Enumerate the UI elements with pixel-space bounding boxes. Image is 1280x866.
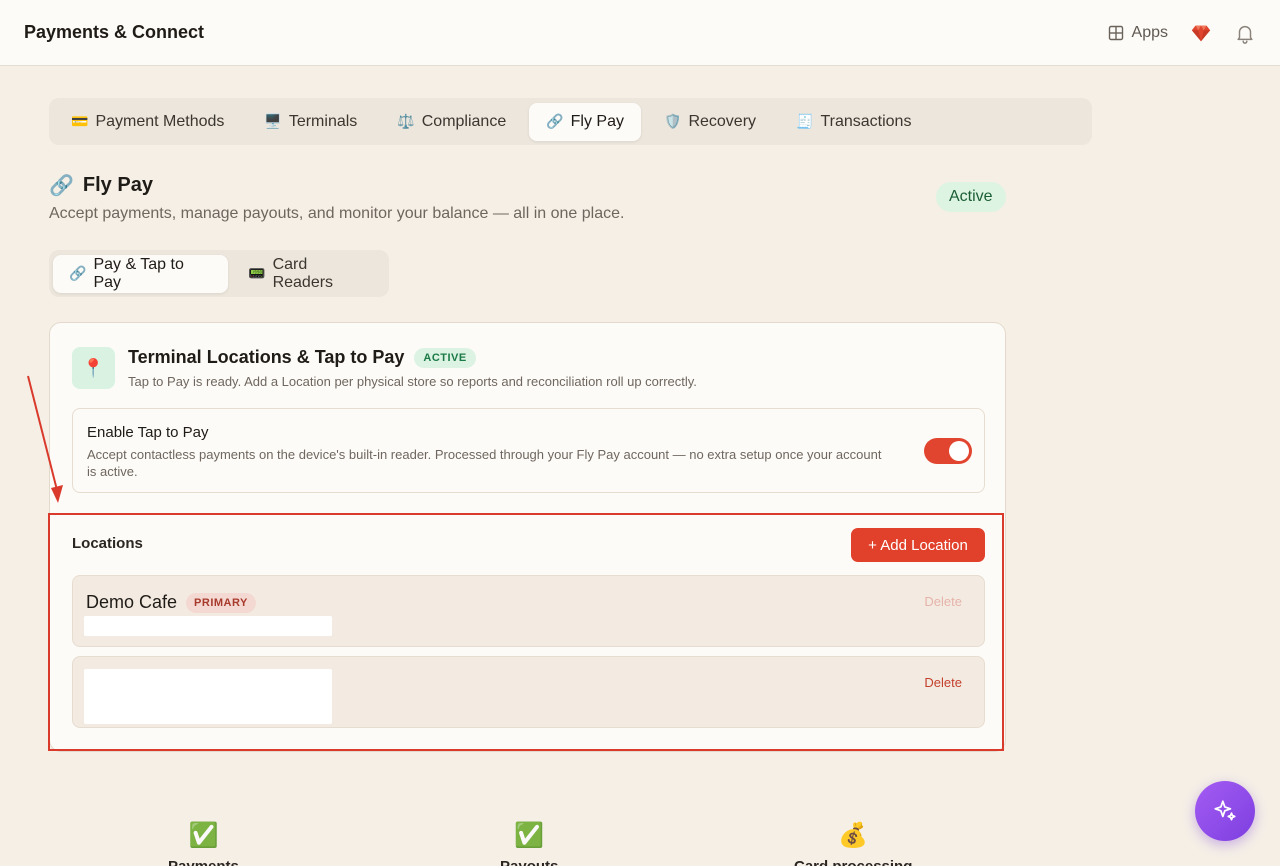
card-reader-icon: 📟 bbox=[248, 265, 266, 281]
tab-label: Transactions bbox=[820, 112, 912, 130]
link-icon: 🔗 bbox=[546, 113, 564, 129]
stat-label: Card processing bbox=[794, 858, 912, 866]
tab-card-readers[interactable]: 📟 Card Readers bbox=[232, 255, 385, 293]
tab-label: Terminals bbox=[288, 112, 358, 130]
monitor-icon: 🖥️ bbox=[264, 113, 282, 129]
delete-location-button[interactable]: Delete bbox=[924, 675, 962, 690]
terminal-locations-card: 📍 Terminal Locations & Tap to Pay ACTIVE… bbox=[49, 322, 1006, 752]
toggle-knob bbox=[949, 441, 969, 461]
apps-button[interactable]: Apps bbox=[1108, 24, 1168, 42]
location-row: Demo Cafe PRIMARY Delete bbox=[72, 575, 985, 647]
primary-badge: PRIMARY bbox=[186, 592, 256, 613]
top-bar-actions: Apps bbox=[1108, 22, 1256, 44]
page-title: 🔗 Fly Pay bbox=[49, 173, 153, 198]
check-icon: ✅ bbox=[514, 822, 545, 849]
tab-fly-pay[interactable]: 🔗 Fly Pay bbox=[529, 102, 641, 141]
stat-label: Payouts bbox=[500, 858, 558, 866]
sub-tabs: 🔗 Pay & Tap to Pay 📟 Card Readers bbox=[49, 250, 389, 297]
card-title: Terminal Locations & Tap to Pay ACTIVE bbox=[128, 347, 476, 368]
tap-to-pay-setting: Enable Tap to Pay Accept contactless pay… bbox=[72, 408, 985, 493]
tab-label: Fly Pay bbox=[570, 112, 624, 130]
shield-icon: 🛡️ bbox=[664, 113, 682, 129]
pin-icon: 📍 bbox=[72, 347, 115, 389]
stat-card-processing: 💰 Card processing bbox=[794, 822, 912, 866]
active-badge: ACTIVE bbox=[414, 347, 476, 368]
top-bar: Payments & Connect Apps bbox=[0, 0, 1280, 66]
tab-transactions[interactable]: 🧾 Transactions bbox=[779, 103, 928, 141]
tab-compliance[interactable]: ⚖️ Compliance bbox=[380, 103, 523, 141]
tab-label: Payment Methods bbox=[95, 112, 225, 130]
tap-to-pay-title: Enable Tap to Pay bbox=[87, 424, 209, 441]
card-subtitle: Tap to Pay is ready. Add a Location per … bbox=[128, 374, 697, 389]
status-badge: Active bbox=[936, 182, 1006, 212]
sparkle-icon bbox=[1214, 800, 1236, 821]
stat-label: Payments bbox=[168, 858, 239, 866]
receipt-icon: 🧾 bbox=[796, 113, 814, 129]
delete-location-button[interactable]: Delete bbox=[924, 594, 962, 609]
app-title: Payments & Connect bbox=[24, 22, 205, 42]
tab-payment-methods[interactable]: 💳 Payment Methods bbox=[54, 103, 241, 141]
tab-terminals[interactable]: 🖥️ Terminals bbox=[247, 103, 374, 141]
redacted-address bbox=[84, 616, 332, 636]
card-title-text: Terminal Locations & Tap to Pay bbox=[128, 347, 405, 367]
money-bag-icon: 💰 bbox=[838, 822, 869, 849]
page-title-text: Fly Pay bbox=[82, 174, 153, 196]
location-name: Demo Cafe PRIMARY bbox=[86, 592, 256, 613]
tap-to-pay-toggle[interactable] bbox=[924, 438, 972, 464]
tab-label: Recovery bbox=[688, 112, 757, 130]
link-icon: 🔗 bbox=[69, 265, 87, 281]
stat-payments: ✅ Payments bbox=[168, 822, 239, 866]
locations-heading: Locations bbox=[72, 535, 143, 552]
stat-payouts: ✅ Payouts bbox=[500, 822, 558, 866]
tab-label: Pay & Tap to Pay bbox=[93, 255, 184, 291]
tab-label: Compliance bbox=[421, 112, 507, 130]
location-row: Delete bbox=[72, 656, 985, 728]
link-icon: 🔗 bbox=[49, 175, 74, 197]
card-icon: 💳 bbox=[71, 113, 89, 129]
grid-icon bbox=[1108, 25, 1123, 40]
gem-icon[interactable] bbox=[1190, 22, 1212, 44]
tab-label: Card Readers bbox=[272, 255, 334, 291]
redacted-location-details bbox=[84, 669, 332, 724]
bell-icon[interactable] bbox=[1234, 22, 1256, 44]
location-name-text: Demo Cafe bbox=[86, 592, 178, 612]
tab-pay-tap-to-pay[interactable]: 🔗 Pay & Tap to Pay bbox=[53, 254, 229, 293]
page-subtitle: Accept payments, manage payouts, and mon… bbox=[49, 205, 625, 222]
add-location-button[interactable]: + Add Location bbox=[851, 528, 985, 562]
ai-assistant-button[interactable] bbox=[1195, 781, 1255, 841]
check-icon: ✅ bbox=[188, 822, 219, 849]
apps-label: Apps bbox=[1131, 23, 1168, 41]
scales-icon: ⚖️ bbox=[397, 113, 415, 129]
tab-recovery[interactable]: 🛡️ Recovery bbox=[647, 103, 773, 141]
tap-to-pay-description: Accept contactless payments on the devic… bbox=[87, 447, 882, 479]
main-tabs: 💳 Payment Methods 🖥️ Terminals ⚖️ Compli… bbox=[49, 98, 1092, 145]
